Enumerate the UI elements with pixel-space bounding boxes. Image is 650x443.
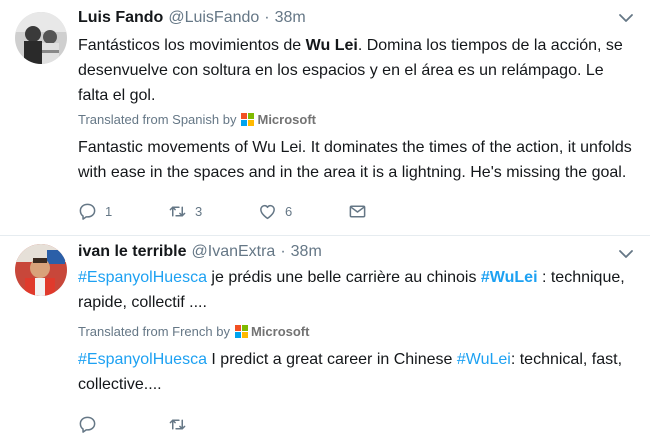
retweet-icon xyxy=(169,418,186,430)
timestamp[interactable]: 38m xyxy=(291,243,322,261)
microsoft-logo: Microsoft xyxy=(234,324,310,339)
tweet-text: Fantásticos los movimientos de Wu Lei. D… xyxy=(78,33,638,108)
tweet-text: #EspanyolHuesca je prédis une belle carr… xyxy=(78,265,638,315)
hashtag-link[interactable]: #EspanyolHuesca xyxy=(78,269,207,286)
translator-name: Microsoft xyxy=(250,324,310,339)
retweet-count: 3 xyxy=(195,203,203,219)
tweet-header: ivan le terrible @IvanExtra · 38m xyxy=(78,243,322,265)
hashtag-link[interactable]: #WuLei xyxy=(457,351,511,368)
direct-message-button[interactable] xyxy=(348,201,438,221)
hashtag-link[interactable]: #EspanyolHuesca xyxy=(78,351,207,368)
display-name[interactable]: ivan le terrible xyxy=(78,243,187,261)
tweet-actions: 1 3 6 xyxy=(78,201,438,221)
translated-from-label: Translated from Spanish by xyxy=(78,112,237,127)
avatar[interactable] xyxy=(15,244,67,296)
tweet-header: Luis Fando @LuisFando · 38m xyxy=(78,9,306,31)
reply-icon xyxy=(79,416,96,433)
retweet-icon xyxy=(169,205,186,217)
hashtag-link[interactable]: #WuLei xyxy=(481,269,538,286)
avatar[interactable] xyxy=(15,12,67,64)
reply-icon xyxy=(79,203,96,220)
translated-text: Fantastic movements of Wu Lei. It domina… xyxy=(78,139,632,181)
microsoft-logo: Microsoft xyxy=(241,112,316,127)
chevron-down-icon[interactable] xyxy=(618,12,634,24)
like-button[interactable]: 6 xyxy=(258,201,348,221)
retweet-button[interactable]: 3 xyxy=(168,201,258,221)
tweet-text-part: I predict a great career in Chinese xyxy=(206,351,457,368)
like-count: 6 xyxy=(285,203,293,219)
tweet-text-part: Fantásticos los movimientos de xyxy=(78,37,306,54)
reply-count: 1 xyxy=(105,203,113,219)
translated-text: #EspanyolHuesca I predict a great career… xyxy=(78,347,638,397)
like-icon xyxy=(260,204,275,219)
display-name[interactable]: Luis Fando xyxy=(78,9,163,27)
chevron-down-icon[interactable] xyxy=(618,248,634,260)
retweet-button[interactable] xyxy=(168,414,258,434)
separator: · xyxy=(264,9,270,26)
tweet[interactable]: ivan le terrible @IvanExtra · 38m #Espan… xyxy=(0,236,650,443)
tweet-text-bold: Wu Lei xyxy=(305,37,358,54)
tweet-text-part: je prédis une belle carrière au chinois xyxy=(206,269,481,286)
user-handle[interactable]: @LuisFando xyxy=(168,9,259,27)
user-handle[interactable]: @IvanExtra xyxy=(192,243,276,261)
timestamp[interactable]: 38m xyxy=(275,9,306,27)
translator-name: Microsoft xyxy=(257,112,316,127)
reply-button[interactable]: 1 xyxy=(78,201,168,221)
tweet-actions xyxy=(78,414,258,434)
translated-from-label: Translated from French by xyxy=(78,324,230,339)
separator: · xyxy=(280,243,286,260)
translation-attribution: Translated from Spanish by Microsoft xyxy=(78,112,316,127)
translation-attribution: Translated from French by Microsoft xyxy=(78,324,309,339)
microsoft-icon xyxy=(241,113,255,126)
reply-button[interactable] xyxy=(78,414,168,434)
microsoft-icon xyxy=(234,325,248,338)
tweet[interactable]: Luis Fando @LuisFando · 38m Fantásticos … xyxy=(0,0,650,236)
message-icon xyxy=(349,205,366,217)
